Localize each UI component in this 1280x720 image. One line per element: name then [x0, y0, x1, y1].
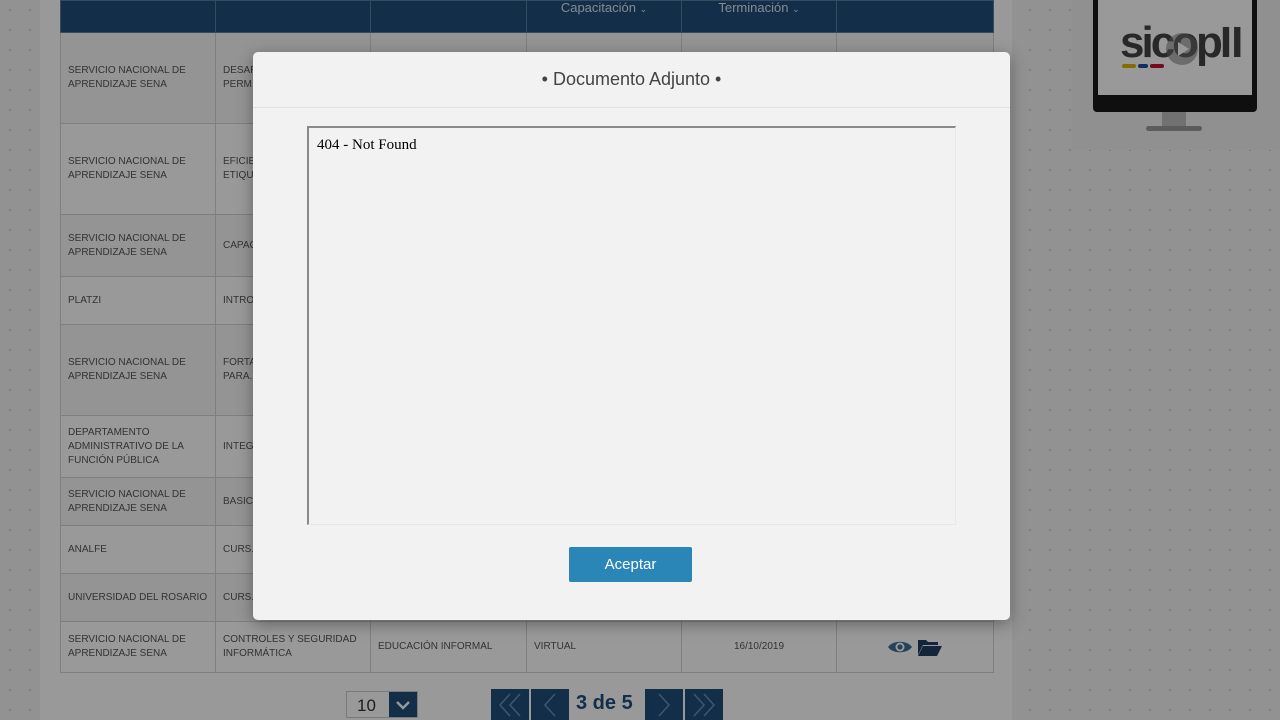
modal-title: • Documento Adjunto •: [253, 52, 1010, 108]
attachment-modal: • Documento Adjunto • 404 - Not Found Ac…: [253, 52, 1010, 620]
accept-button[interactable]: Aceptar: [569, 547, 692, 582]
document-frame[interactable]: 404 - Not Found: [307, 126, 956, 525]
frame-error-text: 404 - Not Found: [317, 137, 417, 153]
